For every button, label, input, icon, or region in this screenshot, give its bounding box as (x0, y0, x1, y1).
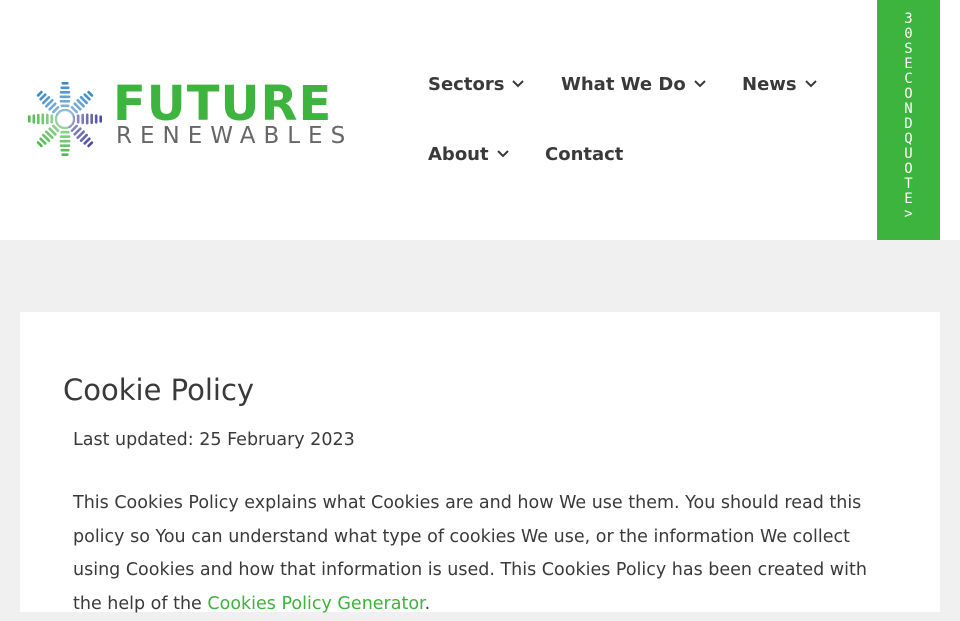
nav-item-label: What We Do (561, 74, 686, 95)
logo-petal-stripe (59, 91, 71, 94)
logo-petal-stripe (37, 113, 40, 125)
chevron-down-icon (804, 72, 817, 94)
nav-item-sectors[interactable]: Sectors (428, 72, 525, 96)
starburst-logo-icon (28, 82, 102, 156)
logo-petal-stripe (94, 114, 98, 124)
site-logo[interactable]: FUTURE RENEWABLES (20, 74, 372, 164)
logo-petal-stripe (28, 115, 31, 123)
nav-item-about[interactable]: About (428, 144, 509, 166)
nav-item-label: News (742, 74, 797, 95)
logo-petal-stripe (59, 135, 71, 138)
last-updated-text: Last updated: 25 February 2023 (73, 430, 355, 450)
quote-cta-label: 30SECONDQUOTE> (904, 11, 913, 222)
chevron-down-icon (512, 72, 525, 94)
logo-petal-stripe (41, 113, 45, 125)
page-title: Cookie Policy (63, 373, 255, 407)
nav-item-label: Contact (545, 144, 624, 165)
site-header: FUTURE RENEWABLES Sectors What We Do New… (0, 0, 960, 240)
nav-item-contact[interactable]: Contact (545, 144, 623, 166)
cookies-policy-generator-link[interactable]: Cookies Policy Generator (207, 594, 424, 614)
logo-center (56, 110, 74, 128)
logo-petal-stripe (76, 114, 80, 124)
logo-petal-stripe (60, 130, 70, 134)
logo-petal-stripe (59, 100, 71, 103)
logo-petal-stripe (59, 144, 71, 147)
nav-item-label: Sectors (428, 74, 505, 95)
logo-petal-stripe (50, 114, 54, 124)
logo-petal-stripe (32, 114, 36, 124)
nav-item-what-we-do[interactable]: What We Do (561, 74, 706, 96)
logo-petal-stripe (61, 153, 69, 156)
logo-petal-stripe (60, 148, 70, 152)
logo-petal-stripe (81, 113, 84, 125)
logo-petal (59, 82, 71, 112)
logo-petal-stripe (46, 113, 49, 125)
logo-petal-stripe (90, 113, 93, 125)
logo-petal-stripe (59, 95, 71, 99)
logo-wordmark: FUTURE (113, 76, 333, 132)
logo-petal (59, 126, 71, 156)
logo-petal-stripe (99, 115, 102, 123)
logo-petal-stripe (85, 113, 89, 125)
chevron-down-icon (496, 142, 509, 164)
content-card: Cookie Policy Last updated: 25 February … (20, 312, 940, 614)
logo-petal-stripe (61, 82, 69, 85)
chevron-down-icon (693, 72, 706, 94)
logo-petal-stripe (60, 86, 70, 90)
logo-tagline: RENEWABLES (116, 123, 354, 149)
logo-petal-stripe (60, 104, 70, 108)
nav-item-news[interactable]: News (742, 74, 817, 96)
logo-petal-stripe (59, 139, 71, 143)
intro-after: . (424, 593, 431, 614)
nav-item-label: About (428, 144, 489, 165)
intro-text: This Cookies Policy explains what Cookie… (73, 493, 867, 614)
logo-petal (28, 113, 58, 125)
intro-paragraph: This Cookies Policy explains what Cookie… (73, 487, 893, 621)
quote-cta-button[interactable]: 30SECONDQUOTE> (877, 0, 940, 240)
logo-petal (72, 113, 102, 125)
